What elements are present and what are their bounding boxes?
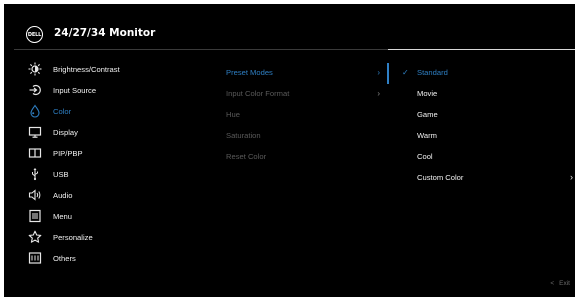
option-label: Game <box>417 109 438 119</box>
exit-button[interactable]: < Exit <box>550 280 570 287</box>
star-icon <box>28 230 42 244</box>
submenu-item-label: Reset Color <box>226 151 267 161</box>
color-icon <box>28 104 42 118</box>
menu-item-personalize[interactable]: Personalize <box>4 228 214 246</box>
osd-header: DELL 24/27/34 Monitor <box>4 4 575 48</box>
display-icon <box>28 125 42 139</box>
option-custom-color[interactable]: Custom Color › <box>400 168 575 186</box>
checkmark-icon: ✓ <box>402 67 409 77</box>
option-label: Standard <box>417 67 448 77</box>
header-divider <box>14 49 388 50</box>
menu-item-label: Brightness/Contrast <box>53 64 120 74</box>
menu-item-display[interactable]: Display <box>4 123 214 141</box>
menu-item-label: Input Source <box>53 85 97 95</box>
menu-item-label: USB <box>53 169 69 179</box>
osd-window: DELL 24/27/34 Monitor Brightness/Contras… <box>4 4 575 297</box>
menu-item-label: Menu <box>53 211 72 221</box>
submenu-item-reset-color[interactable]: Reset Color <box>226 147 386 165</box>
menu-item-label: Display <box>53 127 78 137</box>
menu-item-label: Color <box>53 106 72 116</box>
submenu-item-label: Hue <box>226 109 240 119</box>
submenu-item-saturation[interactable]: Saturation <box>226 126 386 144</box>
menu-item-label: Audio <box>53 190 73 200</box>
audio-icon <box>28 188 42 202</box>
option-label: Warm <box>417 130 437 140</box>
option-game[interactable]: Game <box>400 105 575 123</box>
option-label: Movie <box>417 88 438 98</box>
monitor-title: 24/27/34 Monitor <box>54 27 156 39</box>
menu-item-input-source[interactable]: Input Source <box>4 81 214 99</box>
selection-indicator <box>387 63 389 84</box>
menu-item-brightness-contrast[interactable]: Brightness/Contrast <box>4 60 214 78</box>
chevron-right-icon: › <box>377 67 380 77</box>
submenu-item-label: Preset Modes <box>226 67 273 77</box>
submenu-item-label: Input Color Format <box>226 88 290 98</box>
menu-item-color[interactable]: Color <box>4 102 214 120</box>
header-divider-highlight <box>388 49 575 50</box>
option-label: Cool <box>417 151 433 161</box>
option-warm[interactable]: Warm <box>400 126 575 144</box>
option-movie[interactable]: Movie <box>400 84 575 102</box>
input-source-icon <box>28 83 42 97</box>
chevron-right-icon: › <box>377 88 380 98</box>
submenu-item-input-color-format[interactable]: Input Color Format › <box>226 84 386 102</box>
brightness-icon <box>28 62 42 76</box>
menu-item-menu[interactable]: Menu <box>4 207 214 225</box>
submenu-item-label: Saturation <box>226 130 261 140</box>
chevron-left-icon: < <box>550 280 555 287</box>
menu-item-pip-pbp[interactable]: PIP/PBP <box>4 144 214 162</box>
submenu-item-hue[interactable]: Hue <box>226 105 386 123</box>
menu-item-label: Personalize <box>53 232 93 242</box>
others-icon <box>28 251 42 265</box>
menu-icon <box>28 209 42 223</box>
menu-item-label: PIP/PBP <box>53 148 83 158</box>
pip-icon <box>28 146 42 160</box>
dell-logo: DELL <box>26 26 43 43</box>
menu-item-usb[interactable]: USB <box>4 165 214 183</box>
option-label: Custom Color <box>417 172 464 182</box>
submenu-item-preset-modes[interactable]: Preset Modes › <box>226 63 386 81</box>
exit-label: Exit <box>559 280 570 287</box>
option-cool[interactable]: Cool <box>400 147 575 165</box>
option-standard[interactable]: ✓ Standard <box>400 63 575 81</box>
menu-item-audio[interactable]: Audio <box>4 186 214 204</box>
menu-item-others[interactable]: Others <box>4 249 214 267</box>
usb-icon <box>28 167 42 181</box>
chevron-right-icon: › <box>570 172 573 182</box>
menu-item-label: Others <box>53 253 76 263</box>
